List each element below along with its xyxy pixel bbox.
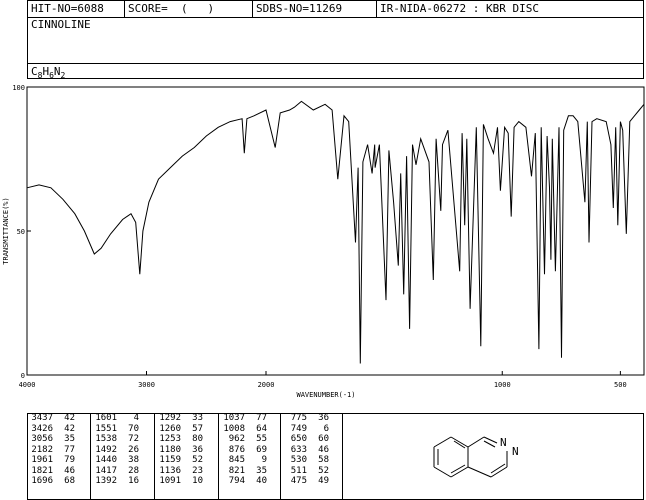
x-axis: 4000 3000 2000 1000 500 — [19, 371, 627, 389]
structure-atom-n1: N — [500, 436, 507, 449]
ir-spectrum-chart: 100500 4000 3000 2000 1000 500 TRANSMITTANCE… — [2, 84, 645, 399]
structure-bonds — [433, 436, 508, 478]
y-tick-label: 100 — [12, 84, 25, 92]
x-tick-label: 500 — [614, 381, 627, 389]
y-tick-label: 50 — [17, 228, 25, 236]
structure-atom-n2: N — [512, 445, 519, 458]
x-tick-label: 1000 — [494, 381, 511, 389]
spectrum-line — [26, 100, 645, 364]
x-tick-label: 2000 — [258, 381, 275, 389]
x-tick-label: 4000 — [19, 381, 36, 389]
x-tick-label: 3000 — [138, 381, 155, 389]
cinnoline-structure: N N — [433, 436, 519, 478]
y-axis-label: TRANSMITTANCE(%) — [2, 197, 10, 264]
y-axis: 100 50 0 — [12, 84, 31, 380]
x-axis-label: WAVENUMBER(-1) — [296, 391, 355, 399]
y-tick-label: 0 — [21, 372, 25, 380]
